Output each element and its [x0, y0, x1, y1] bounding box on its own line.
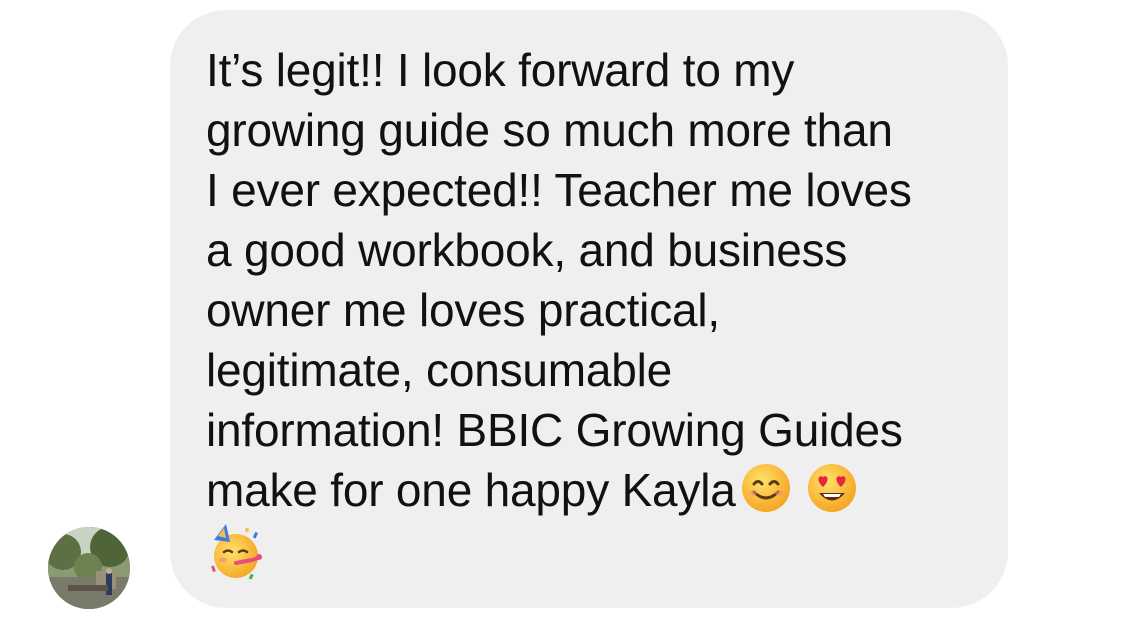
- message-line: information! BBIC Growing Guides: [206, 404, 903, 456]
- partying-face-emoji: [206, 522, 266, 582]
- message-line: It’s legit!! I look forward to my: [206, 44, 795, 96]
- smiling-face-emoji: [740, 462, 792, 514]
- message-line: owner me loves practical,: [206, 284, 720, 336]
- message-bubble[interactable]: It’s legit!! I look forward to my growin…: [170, 10, 1008, 608]
- message-line: I ever expected!! Teacher me loves: [206, 164, 912, 216]
- message-line: growing guide so much more than: [206, 104, 893, 156]
- message-last-line: make for one happy Kayla: [206, 460, 978, 520]
- message-emoji-line: [206, 522, 978, 586]
- message-line: legitimate, consumable: [206, 344, 673, 396]
- sender-avatar[interactable]: [48, 527, 130, 609]
- message-line-text: make for one happy Kayla: [206, 464, 736, 516]
- message-line: a good workbook, and business: [206, 224, 848, 276]
- heart-eyes-emoji: [806, 462, 858, 514]
